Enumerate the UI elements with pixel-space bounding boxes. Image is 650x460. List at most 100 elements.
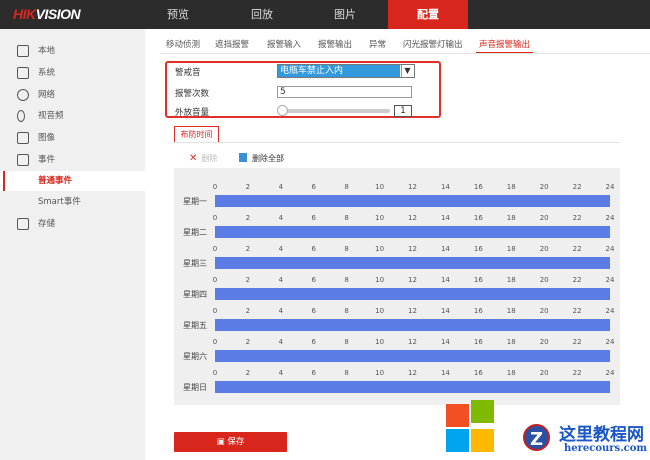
- volume-slider-handle[interactable]: [277, 105, 288, 116]
- tick-label: 18: [506, 307, 516, 315]
- watermark-z-logo: Z: [523, 424, 550, 451]
- sidebar-item-storage[interactable]: 存储: [0, 214, 145, 234]
- tick-label: 12: [408, 183, 417, 191]
- tick-label: 2: [245, 214, 251, 222]
- schedule-bar[interactable]: [215, 381, 610, 393]
- tick-label: 6: [311, 214, 316, 222]
- schedule-bar[interactable]: [215, 226, 610, 238]
- tick-label: 2: [245, 245, 251, 253]
- tick-label: 0: [212, 214, 218, 222]
- tick-label: 6: [311, 276, 316, 284]
- day-label: 星期五: [183, 321, 207, 330]
- tick-label: 16: [473, 245, 483, 253]
- schedule-row: 星期一 0 2 4 6 8 10 12 14 16 18 20 22 24: [174, 176, 620, 207]
- day-label: 星期六: [183, 352, 207, 361]
- tick-label: 24: [605, 369, 615, 377]
- schedule-row: 星期三 0 2 4 6 8 10 12 14 16 18 20 22 24: [174, 238, 620, 269]
- tick-label: 16: [473, 338, 483, 346]
- tick-label: 22: [572, 369, 582, 377]
- tick-label: 14: [440, 214, 450, 222]
- hikvision-logo: HIKVISION: [13, 6, 81, 22]
- delete-all-button[interactable]: 删除全部: [239, 153, 284, 164]
- tab-alarm-output[interactable]: 报警输出: [318, 38, 352, 54]
- tick-label: 10: [375, 369, 385, 377]
- tab-tamper[interactable]: 遮挡报警: [215, 38, 249, 54]
- sidebar-item-basic-event[interactable]: 普通事件: [0, 171, 145, 191]
- tick-label: 20: [539, 338, 549, 346]
- tab-flash-light[interactable]: 闪光报警灯输出: [403, 38, 463, 54]
- tick-label: 12: [408, 245, 417, 253]
- tick-label: 14: [440, 276, 450, 284]
- divider: [160, 53, 650, 54]
- nav-playback[interactable]: 回放: [222, 0, 302, 29]
- label: 删除: [201, 154, 218, 163]
- sidebar-item-event[interactable]: 事件: [0, 150, 145, 170]
- watermark-title: 这里教程网: [559, 425, 644, 445]
- tick-label: 6: [311, 307, 316, 315]
- tick-label: 12: [408, 338, 417, 346]
- schedule-grid: 星期一 0 2 4 6 8 10 12 14 16 18 20 22 24 星期二 0 2 4 6 8 10 12 14 16…: [174, 168, 620, 405]
- nav-configuration[interactable]: 配置: [388, 0, 468, 29]
- volume-slider[interactable]: [282, 109, 390, 113]
- tick-label: 8: [344, 338, 349, 346]
- tick-label: 12: [408, 214, 417, 222]
- tab-arming-schedule[interactable]: 布防时间: [174, 126, 219, 143]
- alarm-sound-select[interactable]: 电瓶车禁止入内 ▼: [277, 64, 415, 78]
- tab-audio-alarm[interactable]: 声音报警输出: [476, 38, 534, 54]
- save-button[interactable]: ▣ 保存: [174, 432, 287, 452]
- tick-label: 8: [344, 307, 349, 315]
- tick-label: 2: [245, 183, 251, 191]
- alarm-count-input[interactable]: 5: [277, 86, 412, 98]
- nav-preview[interactable]: 预览: [138, 0, 218, 29]
- sidebar-item-image[interactable]: 图像: [0, 128, 145, 148]
- tick-label: 22: [572, 338, 582, 346]
- monitor-icon: [17, 45, 29, 57]
- sidebar-item-smart-event[interactable]: Smart事件: [0, 192, 145, 212]
- volume-input[interactable]: 1: [394, 105, 412, 117]
- tick-label: 24: [605, 183, 615, 191]
- tick-label: 0: [212, 276, 218, 284]
- tick-label: 14: [440, 183, 450, 191]
- tick-label: 10: [375, 276, 385, 284]
- sidebar-item-local[interactable]: 本地: [0, 41, 145, 61]
- tick-label: 2: [245, 369, 251, 377]
- tick-label: 12: [408, 307, 417, 315]
- window-icon: [17, 67, 29, 79]
- tick-label: 22: [572, 307, 582, 315]
- tick-label: 0: [212, 338, 218, 346]
- tab-alarm-input[interactable]: 报警输入: [267, 38, 301, 54]
- label: 删除全部: [252, 154, 284, 163]
- tab-motion[interactable]: 移动侦测: [166, 38, 200, 54]
- save-icon: ▣: [216, 437, 228, 447]
- tick-label: 4: [278, 183, 284, 191]
- tick-label: 24: [605, 307, 615, 315]
- nav-picture[interactable]: 图片: [305, 0, 385, 29]
- schedule-bar[interactable]: [215, 257, 610, 269]
- day-label: 星期四: [183, 290, 207, 299]
- tab-exception[interactable]: 异常: [369, 38, 386, 54]
- tick-label: 18: [506, 183, 516, 191]
- delete-button[interactable]: ✕ 删除: [189, 153, 217, 164]
- storage-icon: [17, 218, 29, 230]
- schedule-bar[interactable]: [215, 319, 610, 331]
- tick-label: 18: [506, 245, 516, 253]
- sidebar-item-network[interactable]: 网络: [0, 85, 145, 105]
- schedule-bar[interactable]: [215, 350, 610, 362]
- tick-label: 8: [344, 276, 349, 284]
- tick-label: 24: [605, 214, 615, 222]
- tick-label: 20: [539, 245, 549, 253]
- day-label: 星期日: [183, 383, 207, 392]
- sidebar-item-system[interactable]: 系统: [0, 63, 145, 83]
- tick-label: 24: [605, 276, 615, 284]
- sidebar-item-video-audio[interactable]: 视音频: [0, 106, 145, 126]
- tick-label: 4: [278, 276, 284, 284]
- alarm-count-label: 报警次数: [175, 89, 210, 99]
- tick-label: 8: [344, 214, 349, 222]
- globe-icon: [17, 89, 29, 101]
- schedule-bar[interactable]: [215, 288, 610, 300]
- tick-label: 4: [278, 338, 284, 346]
- tick-label: 24: [605, 338, 615, 346]
- schedule-bar[interactable]: [215, 195, 610, 207]
- tick-label: 20: [539, 307, 549, 315]
- tick-label: 16: [473, 307, 483, 315]
